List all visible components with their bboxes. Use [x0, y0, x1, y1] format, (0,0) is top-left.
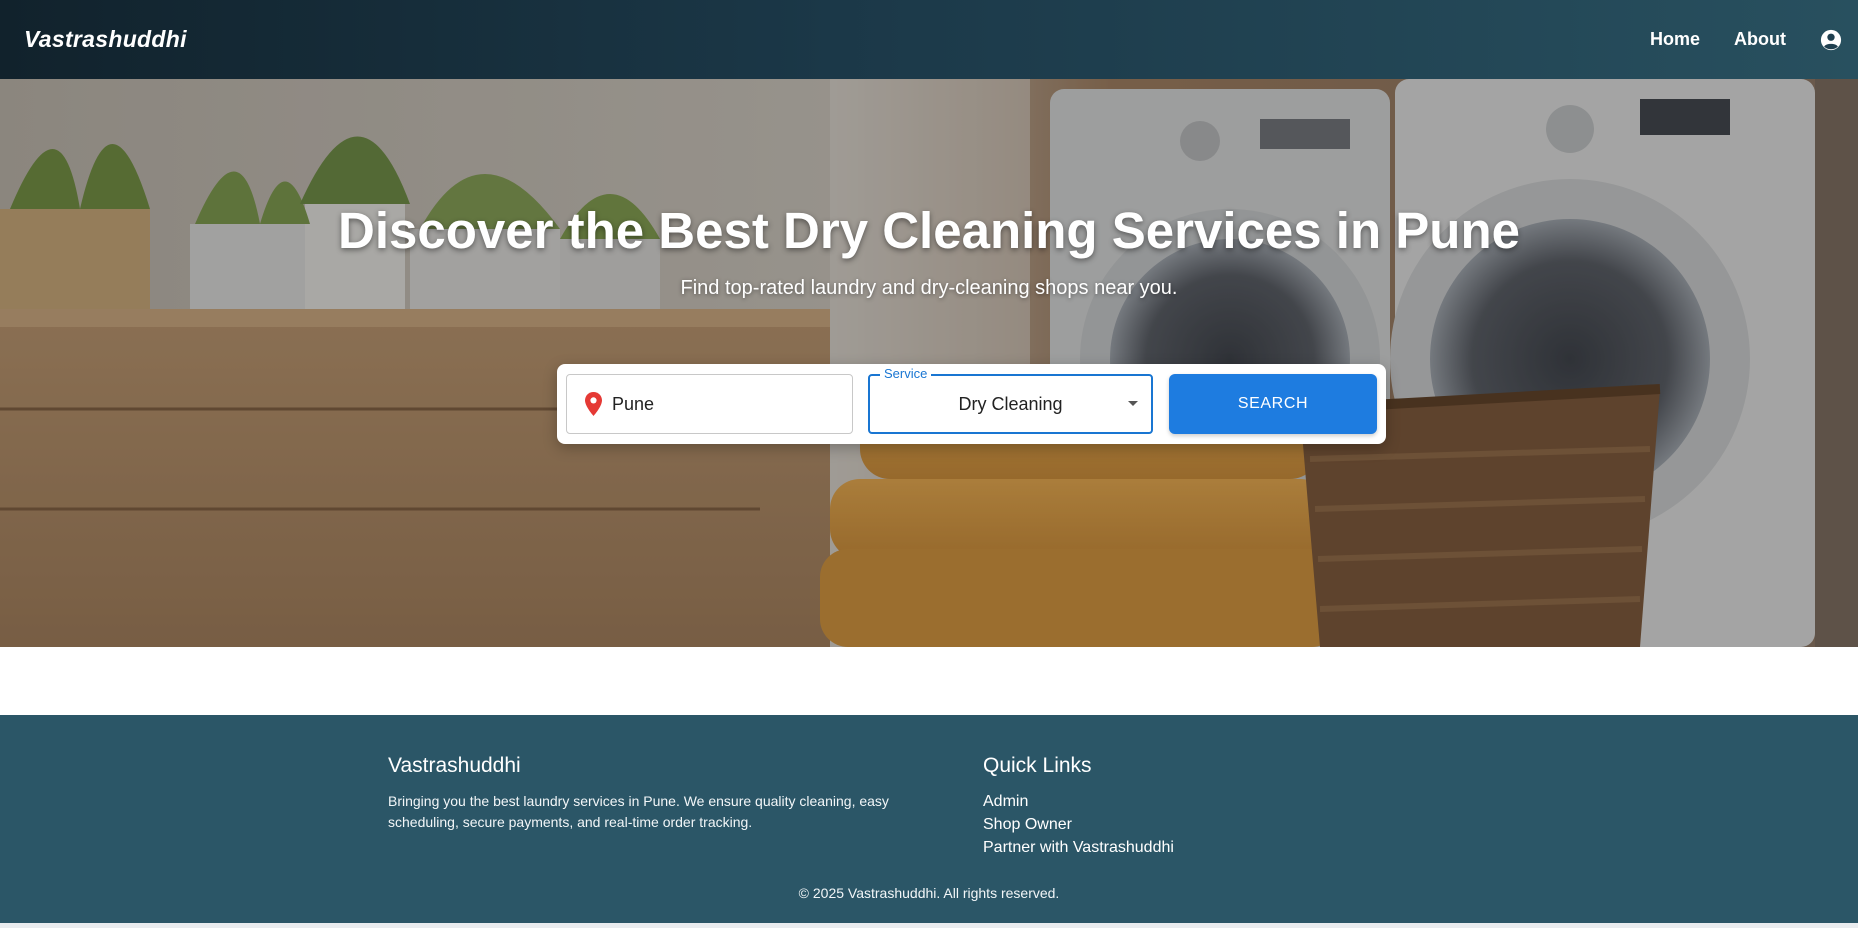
- search-button[interactable]: SEARCH: [1169, 374, 1377, 434]
- footer-links-list: Admin Shop Owner Partner with Vastrashud…: [983, 790, 1283, 859]
- nav-links: Home About: [1650, 29, 1842, 51]
- map-pin-icon: [585, 392, 602, 416]
- service-select[interactable]: Service Dry Cleaning: [868, 366, 1153, 434]
- nav-home-link[interactable]: Home: [1650, 29, 1700, 50]
- hero-subtitle: Find top-rated laundry and dry-cleaning …: [680, 277, 1178, 299]
- footer-link-partner[interactable]: Partner with Vastrashuddhi: [983, 836, 1283, 859]
- service-label: Service: [880, 366, 932, 382]
- navbar: Vastrashuddhi Home About: [0, 0, 1858, 79]
- footer-link-shop-owner[interactable]: Shop Owner: [983, 813, 1283, 836]
- search-card: Service Dry Cleaning SEARCH: [557, 364, 1386, 444]
- hero-title: Discover the Best Dry Cleaning Services …: [338, 202, 1520, 259]
- account-circle-icon[interactable]: [1820, 29, 1842, 51]
- footer-copyright: © 2025 Vastrashuddhi. All rights reserve…: [798, 885, 1060, 901]
- brand-logo[interactable]: Vastrashuddhi: [24, 26, 187, 53]
- hero-section: Discover the Best Dry Cleaning Services …: [0, 79, 1858, 647]
- footer-about: Vastrashuddhi Bringing you the best laun…: [388, 754, 928, 833]
- caret-down-icon[interactable]: [1127, 400, 1139, 408]
- footer-brand-text: Bringing you the best laundry services i…: [388, 793, 889, 830]
- location-field[interactable]: [566, 374, 853, 434]
- service-value: Dry Cleaning: [958, 393, 1063, 414]
- hero-overlay: [0, 79, 1858, 647]
- nav-about-link[interactable]: About: [1734, 29, 1786, 50]
- footer-quick-links: Quick Links Admin Shop Owner Partner wit…: [983, 754, 1283, 859]
- page-bottom-edge: [0, 923, 1858, 928]
- footer-link-admin[interactable]: Admin: [983, 790, 1283, 813]
- footer-brand-heading: Vastrashuddhi: [388, 754, 521, 777]
- footer: Vastrashuddhi Bringing you the best laun…: [0, 715, 1858, 923]
- location-input[interactable]: [612, 393, 832, 415]
- footer-links-heading: Quick Links: [983, 754, 1092, 777]
